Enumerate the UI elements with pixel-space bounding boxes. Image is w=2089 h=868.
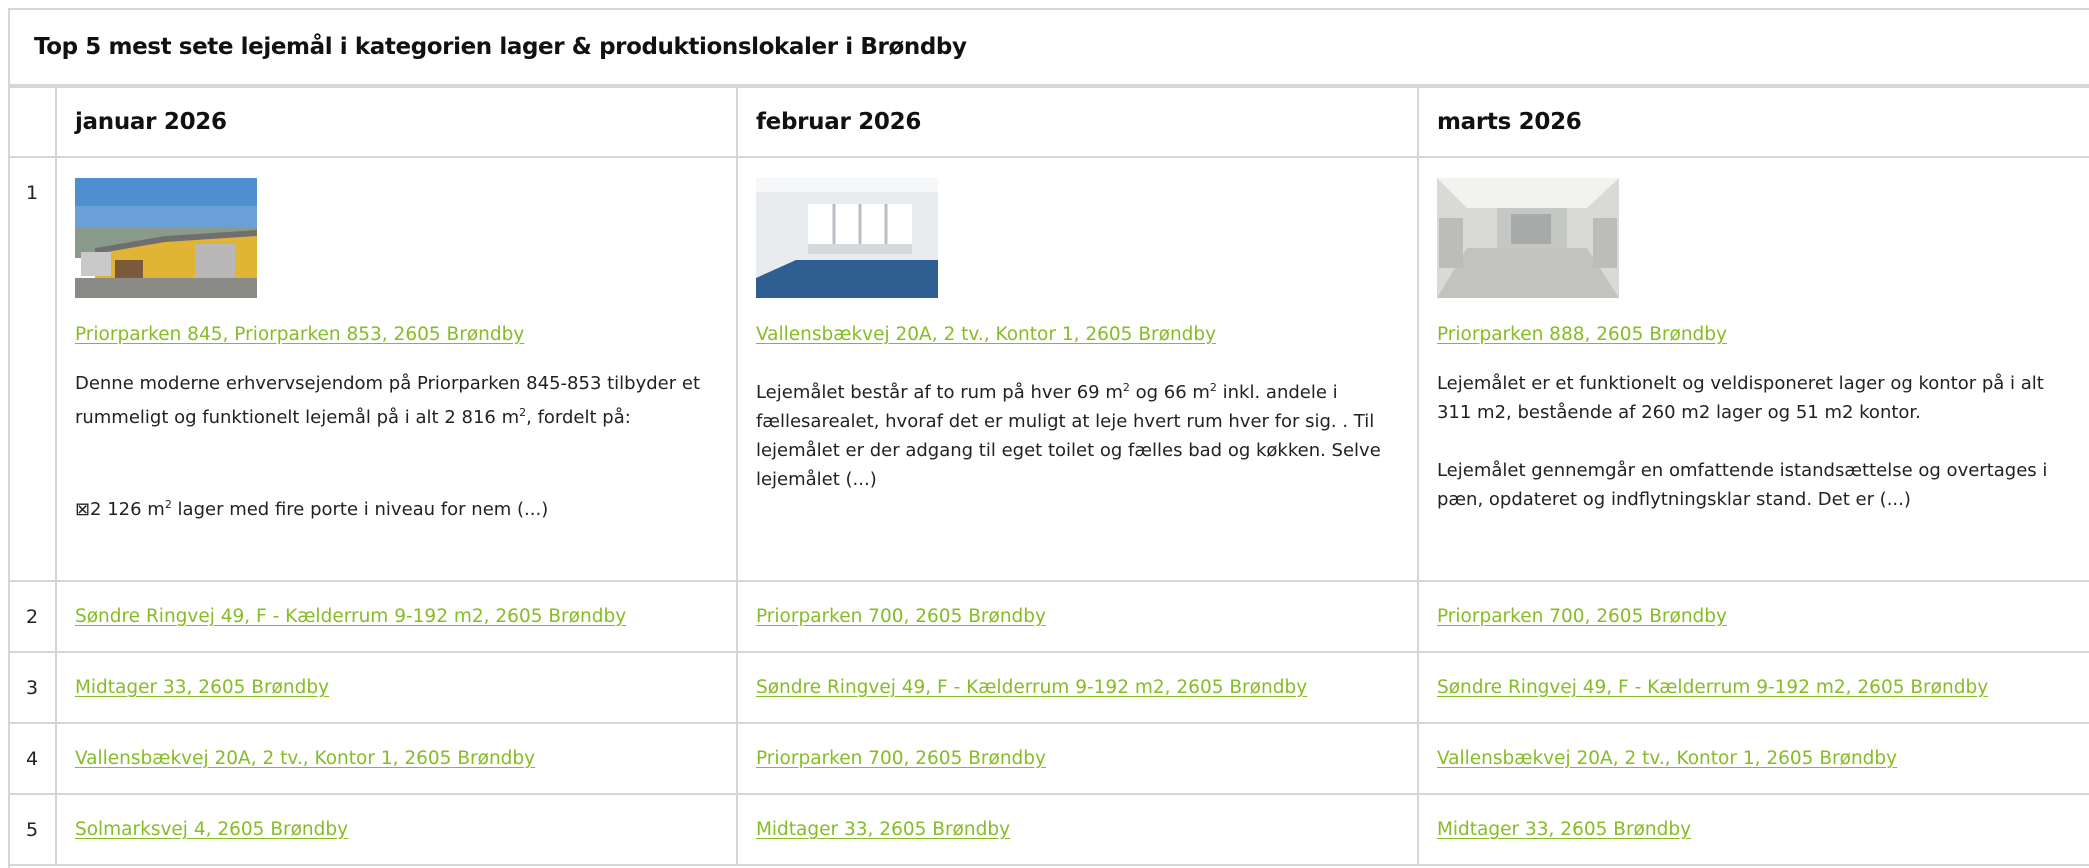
- listing-cell: Solmarksvej 4, 2605 Brøndby: [54, 793, 738, 866]
- description-text: lager med fire porte i niveau for nem (.…: [171, 499, 549, 520]
- superscript: 2: [164, 498, 172, 511]
- listing-link[interactable]: Midtager 33, 2605 Brøndby: [1437, 819, 1691, 840]
- listing-link[interactable]: Vallensbækvej 20A, 2 tv., Kontor 1, 2605…: [1437, 748, 1897, 769]
- listing-link[interactable]: Priorparken 700, 2605 Brøndby: [756, 748, 1046, 769]
- description-text: ⊠2 126 m: [74, 499, 165, 520]
- month-label: marts 2026: [1436, 109, 1582, 135]
- month-label: januar 2026: [74, 109, 227, 135]
- ranking-table: januar 2026 februar 2026 marts 2026 1 Pr…: [10, 86, 2089, 866]
- month-header-jan: januar 2026: [54, 86, 738, 158]
- listing-link[interactable]: Søndre Ringvej 49, F - Kælderrum 9-192 m…: [75, 606, 626, 627]
- listing-link[interactable]: Midtager 33, 2605 Brøndby: [75, 677, 329, 698]
- table-row: 5 Solmarksvej 4, 2605 Brøndby Midtager 3…: [10, 793, 2089, 866]
- listing-link[interactable]: Priorparken 888, 2605 Brøndby: [1437, 324, 1727, 345]
- month-label: februar 2026: [755, 109, 922, 135]
- listing-description: Lejemålet er et funktionelt og veldispon…: [1437, 369, 2089, 514]
- listing-cell: Vallensbækvej 20A, 2 tv., Kontor 1, 2605…: [54, 722, 738, 795]
- listing-cell: Midtager 33, 2605 Brøndby: [735, 793, 1419, 866]
- description-text: Lejemålet består af to rum på hver 69 m: [755, 382, 1123, 403]
- listing-card-jan: Priorparken 845, Priorparken 853, 2605 B…: [54, 156, 738, 582]
- listing-thumbnail[interactable]: [74, 178, 257, 298]
- superscript: 2: [1209, 381, 1217, 394]
- listing-link[interactable]: Priorparken 845, Priorparken 853, 2605 B…: [75, 324, 524, 345]
- listing-link[interactable]: Midtager 33, 2605 Brøndby: [756, 819, 1010, 840]
- rank-header-cell: [10, 86, 57, 158]
- listing-link[interactable]: Vallensbækvej 20A, 2 tv., Kontor 1, 2605…: [75, 748, 535, 769]
- rank-number: 3: [10, 651, 57, 724]
- widget-header: Top 5 mest sete lejemål i kategorien lag…: [10, 10, 2089, 86]
- rank-number: 4: [10, 722, 57, 795]
- rank-number: 2: [10, 580, 57, 653]
- listing-cell: Søndre Ringvej 49, F - Kælderrum 9-192 m…: [1416, 651, 2089, 724]
- description-text: , fordelt på:: [526, 407, 631, 428]
- table-row: 2 Søndre Ringvej 49, F - Kælderrum 9-192…: [10, 580, 2089, 653]
- listing-cell: Søndre Ringvej 49, F - Kælderrum 9-192 m…: [735, 651, 1419, 724]
- listing-cell: Vallensbækvej 20A, 2 tv., Kontor 1, 2605…: [1416, 722, 2089, 795]
- listing-cell: Priorparken 700, 2605 Brøndby: [735, 722, 1419, 795]
- table-row: 4 Vallensbækvej 20A, 2 tv., Kontor 1, 26…: [10, 722, 2089, 795]
- description-text: Lejemålet er et funktionelt og veldispon…: [1436, 373, 2044, 423]
- month-header-mar: marts 2026: [1416, 86, 2089, 158]
- listing-cell: Midtager 33, 2605 Brøndby: [1416, 793, 2089, 866]
- widget-title: Top 5 mest sete lejemål i kategorien lag…: [34, 34, 967, 60]
- description-text: og 66 m: [1129, 382, 1210, 403]
- listing-thumbnail[interactable]: [755, 178, 938, 298]
- listing-cell: Søndre Ringvej 49, F - Kælderrum 9-192 m…: [54, 580, 738, 653]
- listing-description: Lejemålet består af to rum på hver 69 m2…: [756, 373, 1417, 494]
- listing-link[interactable]: Priorparken 700, 2605 Brøndby: [1437, 606, 1727, 627]
- description-text: Lejemålet gennemgår en omfattende istand…: [1436, 460, 2048, 510]
- listing-link[interactable]: Priorparken 700, 2605 Brøndby: [756, 606, 1046, 627]
- rank-number: 5: [10, 793, 57, 866]
- listing-link[interactable]: Søndre Ringvej 49, F - Kælderrum 9-192 m…: [756, 677, 1307, 698]
- listing-card-feb: Vallensbækvej 20A, 2 tv., Kontor 1, 2605…: [735, 156, 1419, 582]
- rank-number: 1: [10, 156, 57, 582]
- listing-card-mar: Priorparken 888, 2605 Brøndby Lejemålet …: [1416, 156, 2089, 582]
- listing-link[interactable]: Solmarksvej 4, 2605 Brøndby: [75, 819, 348, 840]
- listing-cell: Priorparken 700, 2605 Brøndby: [735, 580, 1419, 653]
- listing-description: Denne moderne erhvervsejendom på Priorpa…: [75, 369, 736, 524]
- listing-link[interactable]: Vallensbækvej 20A, 2 tv., Kontor 1, 2605…: [756, 324, 1216, 345]
- table-row: 1 Priorparken 845, Priorparken 853, 2605…: [10, 156, 2089, 582]
- listing-thumbnail[interactable]: [1436, 178, 1619, 298]
- listing-cell: Priorparken 700, 2605 Brøndby: [1416, 580, 2089, 653]
- listing-link[interactable]: Søndre Ringvej 49, F - Kælderrum 9-192 m…: [1437, 677, 1988, 698]
- top5-widget: Top 5 mest sete lejemål i kategorien lag…: [8, 8, 2089, 868]
- listing-cell: Midtager 33, 2605 Brøndby: [54, 651, 738, 724]
- table-row: 3 Midtager 33, 2605 Brøndby Søndre Ringv…: [10, 651, 2089, 724]
- month-header-feb: februar 2026: [735, 86, 1419, 158]
- month-header-row: januar 2026 februar 2026 marts 2026: [10, 86, 2089, 158]
- superscript: 2: [1122, 381, 1130, 394]
